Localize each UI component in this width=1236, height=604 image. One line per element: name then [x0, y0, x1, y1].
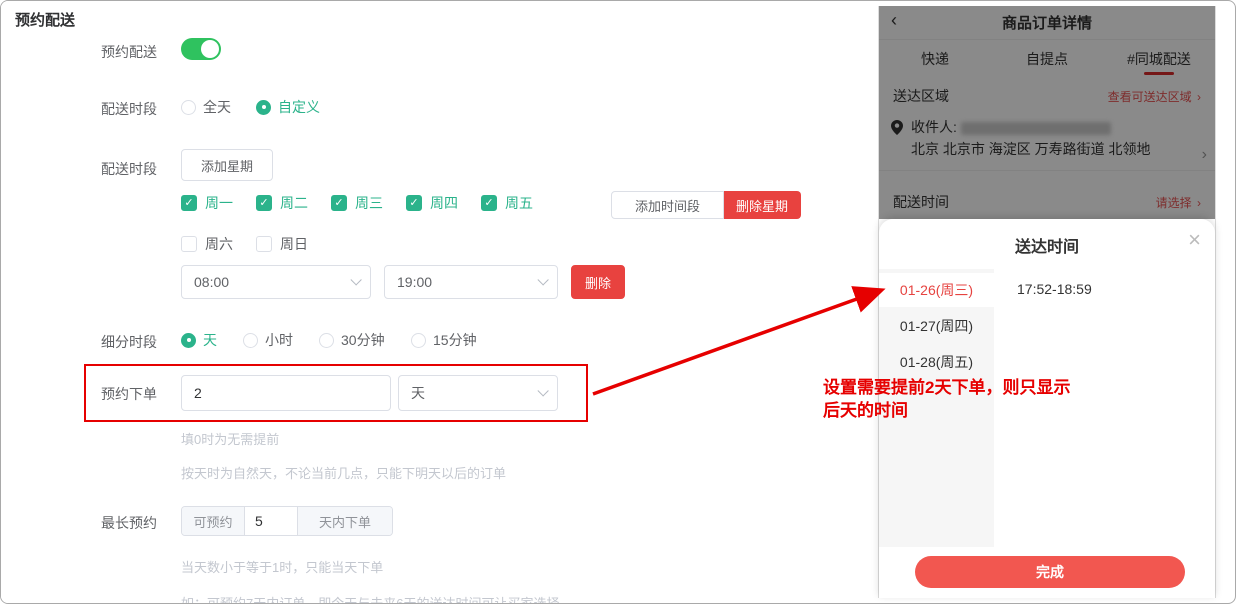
date-option-selected[interactable]: 01-26(周三) [879, 273, 994, 307]
chevron-down-icon [537, 274, 548, 285]
weekday-label: 周六 [205, 234, 233, 254]
radio-label: 小时 [265, 330, 293, 350]
radio-label: 自定义 [278, 97, 320, 117]
radio-30min[interactable]: 30分钟 [319, 330, 385, 350]
order-preview-panel: ‹ 商品订单详情 快递 自提点 #同城配送 送达区域 查看可送达区域 › [878, 6, 1216, 598]
weekday-label: 周五 [505, 193, 533, 213]
advance-unit-value: 天 [411, 383, 425, 403]
max-booking-input[interactable] [244, 507, 298, 535]
weekday-checkbox[interactable]: ✓ 周四 [406, 193, 458, 213]
radio-off-icon [319, 333, 334, 348]
checkbox-checked-icon: ✓ [331, 195, 347, 211]
app-window: 预约配送 预约配送 配送时段 全天 自定义 配送时段 添加星期 ✓ 周一 ✓ 周… [0, 0, 1236, 604]
delivery-time-modal: 送达时间 × 01-26(周三) 01-27(周四) 01-28(周五) 17:… [879, 219, 1215, 598]
radio-all-day[interactable]: 全天 [181, 97, 231, 117]
period-mode-label: 配送时段 [101, 99, 157, 119]
radio-off-icon [411, 333, 426, 348]
week-section-label: 配送时段 [101, 159, 157, 179]
reservation-toggle[interactable] [181, 38, 221, 60]
weekday-checkbox[interactable]: ✓ 周二 [256, 193, 308, 213]
max-booking-prefix: 可预约 [182, 507, 244, 535]
max-booking-suffix: 天内下单 [298, 507, 392, 535]
checkbox-checked-icon: ✓ [256, 195, 272, 211]
radio-off-icon [243, 333, 258, 348]
max-booking-hint-2: 如：可预约7天内订单，即今天与未来6天的送达时间可让买家选择 [181, 593, 559, 604]
radio-label: 天 [203, 330, 217, 350]
granularity-label: 细分时段 [101, 332, 157, 352]
advance-hint-2: 按天时为自然天，不论当前几点，只能下明天以后的订单 [181, 463, 506, 482]
radio-on-icon [181, 333, 196, 348]
add-week-button[interactable]: 添加星期 [181, 149, 273, 181]
toggle-knob-icon [201, 40, 219, 58]
radio-hour[interactable]: 小时 [243, 330, 293, 350]
weekday-checkbox[interactable]: 周日 [256, 234, 308, 254]
page-title: 预约配送 [15, 9, 75, 30]
max-booking-label: 最长预约 [101, 513, 157, 533]
chevron-down-icon [537, 385, 548, 396]
settings-panel: 预约配送 预约配送 配送时段 全天 自定义 配送时段 添加星期 ✓ 周一 ✓ 周… [1, 1, 878, 604]
weekday-label: 周日 [280, 234, 308, 254]
checkbox-unchecked-icon [256, 236, 272, 252]
radio-15min[interactable]: 15分钟 [411, 330, 477, 350]
date-option[interactable]: 01-27(周四) [879, 309, 994, 343]
advance-order-label: 预约下单 [101, 384, 157, 404]
weekday-label: 周二 [280, 193, 308, 213]
chevron-down-icon [350, 274, 361, 285]
date-option[interactable]: 01-28(周五) [879, 345, 994, 379]
start-time-select[interactable]: 08:00 [181, 265, 371, 299]
radio-on-icon [256, 100, 271, 115]
start-time-value: 08:00 [194, 274, 229, 290]
checkbox-checked-icon: ✓ [181, 195, 197, 211]
weekday-checkbox[interactable]: ✓ 周三 [331, 193, 383, 213]
reservation-toggle-label: 预约配送 [101, 42, 157, 62]
radio-label: 30分钟 [341, 330, 385, 350]
delete-week-button[interactable]: 删除星期 [724, 191, 801, 219]
radio-day[interactable]: 天 [181, 330, 217, 350]
delete-timeslot-button[interactable]: 删除 [571, 265, 625, 299]
checkbox-checked-icon: ✓ [481, 195, 497, 211]
advance-days-input[interactable] [181, 375, 391, 411]
close-icon[interactable]: × [1188, 229, 1201, 251]
advance-unit-select[interactable]: 天 [398, 375, 558, 411]
add-timeslot-button[interactable]: 添加时间段 [611, 191, 724, 219]
radio-custom[interactable]: 自定义 [256, 97, 320, 117]
checkbox-unchecked-icon [181, 236, 197, 252]
modal-backdrop[interactable] [879, 6, 1215, 219]
modal-title: 送达时间 [879, 233, 1215, 257]
weekday-label: 周三 [355, 193, 383, 213]
done-button[interactable]: 完成 [915, 556, 1185, 588]
weekday-label: 周四 [430, 193, 458, 213]
weekday-label: 周一 [205, 193, 233, 213]
advance-hint-1: 填0时为无需提前 [181, 429, 279, 448]
radio-label: 全天 [203, 97, 231, 117]
weekday-checkbox[interactable]: ✓ 周五 [481, 193, 533, 213]
max-booking-group: 可预约 天内下单 [181, 506, 393, 536]
checkbox-checked-icon: ✓ [406, 195, 422, 211]
max-booking-hint-1: 当天数小于等于1时，只能当天下单 [181, 557, 383, 576]
radio-off-icon [181, 100, 196, 115]
timeslot-option[interactable]: 17:52-18:59 [1017, 281, 1092, 297]
weekday-checkbox[interactable]: 周六 [181, 234, 233, 254]
weekday-checkbox[interactable]: ✓ 周一 [181, 193, 233, 213]
end-time-select[interactable]: 19:00 [384, 265, 558, 299]
end-time-value: 19:00 [397, 274, 432, 290]
radio-label: 15分钟 [433, 330, 477, 350]
